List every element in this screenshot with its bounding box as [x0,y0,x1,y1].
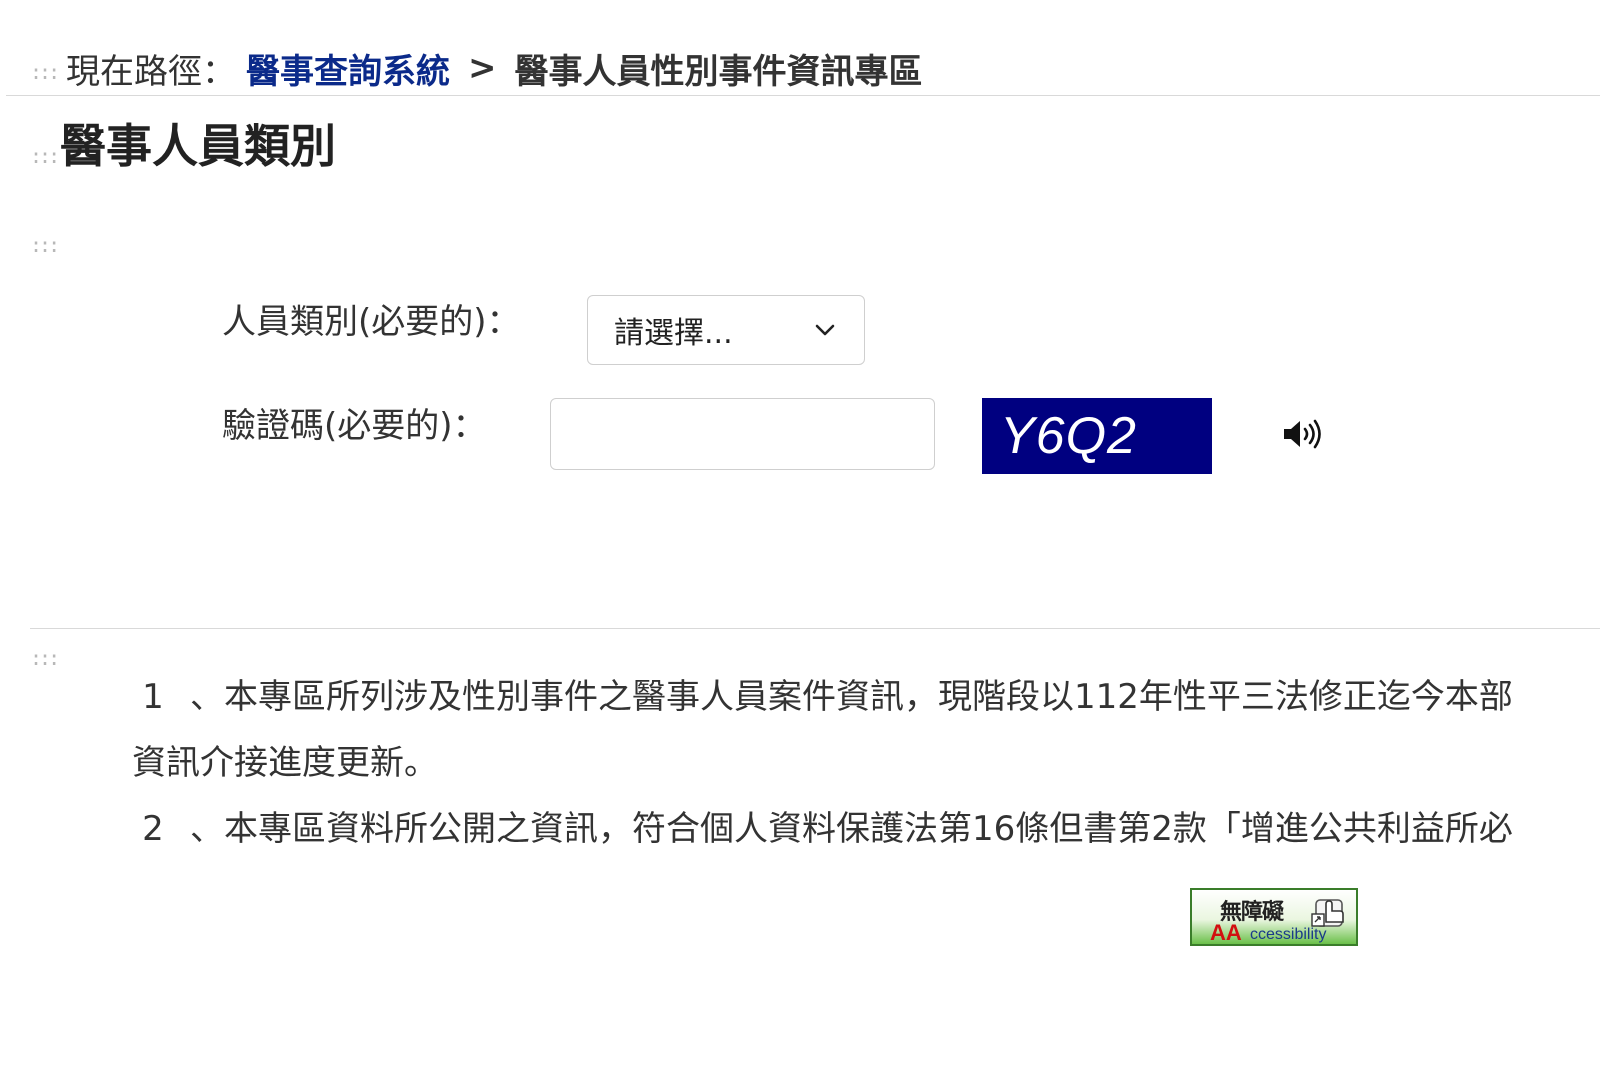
accessibility-badge[interactable]: 無障礙 AA ccessibility [1190,888,1358,946]
page-title: 醫事人員類別 [60,119,336,173]
category-select-value: 請選擇... [614,316,733,351]
breadcrumb-label: 現在路徑： [66,51,236,92]
section-divider [30,628,1600,629]
accesskey-marker-header[interactable]: ::: [30,62,60,82]
speaker-icon[interactable] [1282,418,1324,450]
badge-aa: AA [1210,920,1242,945]
notes-list: 1 、本專區所列涉及性別事件之醫事人員案件資訊，現階段以112年性平三法修正迄今本… [132,664,1600,862]
note-number: 1 [142,677,164,717]
note-item-1: 1 、本專區所列涉及性別事件之醫事人員案件資訊，現階段以112年性平三法修正迄今本… [132,664,1600,730]
captcha-input[interactable] [550,398,935,470]
accesskey-marker-notes[interactable]: ::: [30,648,60,668]
note-text: 、本專區所列涉及性別事件之醫事人員案件資訊，現階段以112年性平三法修正迄今本部 [190,677,1513,717]
chevron-down-icon [815,324,835,336]
badge-word: ccessibility [1250,926,1327,943]
note-item-2: 2 、本專區資料所公開之資訊，符合個人資料保護法第16條但書第2款「增進公共利益所… [132,796,1600,862]
note-text: 、本專區資料所公開之資訊，符合個人資料保護法第16條但書第2款「增進公共利益所必 [190,809,1513,849]
captcha-label: 驗證碼(必要的)： [222,406,487,446]
breadcrumb-current: 醫事人員性別事件資訊專區 [514,51,923,92]
note-text: 資訊介接進度更新。 [132,743,438,783]
note-number: 2 [142,809,164,849]
hand-icon [1311,899,1344,927]
category-label: 人員類別(必要的)： [222,302,521,342]
breadcrumb-separator: > [468,48,497,88]
breadcrumb: 現在路徑： 醫事查詢系統 > 醫事人員性別事件資訊專區 [66,44,923,93]
accesskey-marker-content[interactable]: ::: [30,235,60,255]
accesskey-marker-title[interactable]: ::: [30,146,60,166]
page: ::: ::: ::: ::: 現在路徑： 醫事查詢系統 > 醫事人員性別事件資… [0,0,1600,1066]
captcha-image: Y6Q2 [982,398,1212,474]
breadcrumb-divider [6,95,1600,96]
note-item-1-continued: 資訊介接進度更新。 [132,730,1600,796]
breadcrumb-link-home[interactable]: 醫事查詢系統 [246,44,450,93]
category-select[interactable]: 請選擇... [587,295,865,365]
